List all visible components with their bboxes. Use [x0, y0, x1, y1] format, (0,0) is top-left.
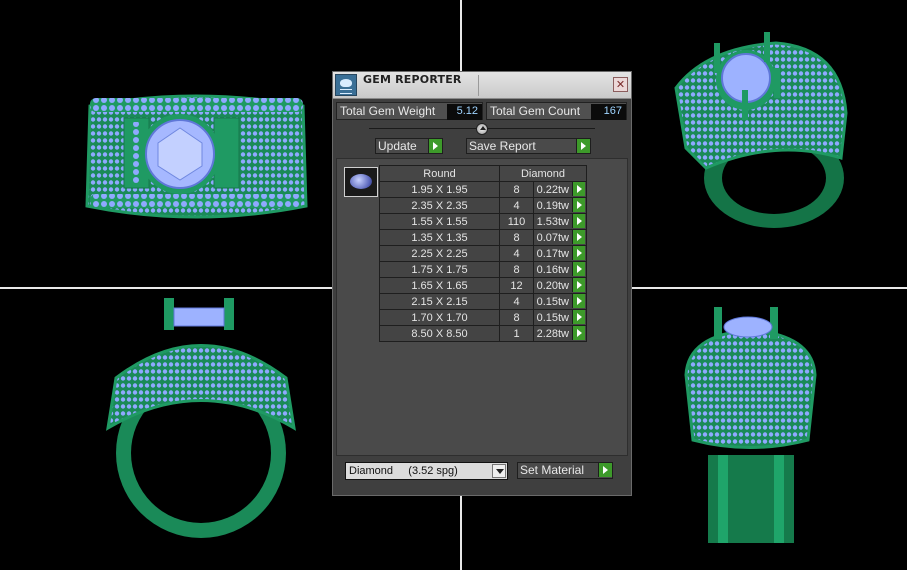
gem-count-cell: 1 — [499, 325, 534, 342]
gem-weight-cell: 0.22tw — [533, 181, 587, 198]
select-row-button[interactable] — [572, 230, 585, 244]
update-button-label: Update — [378, 139, 417, 153]
play-arrow-icon — [428, 139, 442, 153]
gem-weight-value: 0.15tw — [536, 311, 569, 324]
gem-count-cell: 4 — [499, 197, 534, 214]
gem-reporter-icon — [335, 74, 357, 96]
gem-weight-value: 0.15tw — [536, 295, 569, 308]
material-select[interactable]: Diamond (3.52 spg) — [345, 462, 508, 480]
ring-render-end — [684, 307, 817, 543]
gem-weight-cell: 0.16tw — [533, 261, 587, 278]
viewport-side-view[interactable] — [96, 298, 306, 538]
table-row: 1.65 X 1.65 12 0.20tw — [379, 277, 587, 294]
gem-weight-cell: 0.15tw — [533, 293, 587, 310]
gem-reporter-panel: GEM REPORTER ✕ Total Gem Weight 5.12 Tot… — [332, 71, 632, 496]
gem-size-cell: 1.95 X 1.95 — [379, 181, 500, 198]
total-gem-weight-value: 5.12 — [447, 104, 482, 120]
gem-weight-cell: 2.28tw — [533, 325, 587, 342]
select-row-button[interactable] — [572, 182, 585, 196]
gem-weight-value: 0.17tw — [536, 247, 569, 260]
gem-size-cell: 8.50 X 8.50 — [379, 325, 500, 342]
gem-weight-cell: 0.20tw — [533, 277, 587, 294]
select-row-button[interactable] — [572, 310, 585, 324]
gem-size-cell: 2.35 X 2.35 — [379, 197, 500, 214]
total-gem-weight-box: Total Gem Weight 5.12 — [336, 102, 483, 120]
material-select-value: Diamond (3.52 spg) — [349, 465, 458, 477]
table-row: 1.70 X 1.70 8 0.15tw — [379, 309, 587, 326]
gem-weight-cell: 0.17tw — [533, 245, 587, 262]
table-row: 2.35 X 2.35 4 0.19tw — [379, 197, 587, 214]
table-row: 2.25 X 2.25 4 0.17tw — [379, 245, 587, 262]
gem-weight-cell: 0.07tw — [533, 229, 587, 246]
gem-count-cell: 12 — [499, 277, 534, 294]
gem-size-cell: 1.35 X 1.35 — [379, 229, 500, 246]
gem-count-cell: 8 — [499, 309, 534, 326]
gem-weight-cell: 1.53tw — [533, 213, 587, 230]
close-icon[interactable]: ✕ — [613, 77, 628, 92]
viewport-perspective-view[interactable] — [666, 28, 851, 233]
select-row-button[interactable] — [572, 326, 585, 340]
title-divider — [478, 75, 479, 96]
select-row-button[interactable] — [572, 246, 585, 260]
play-arrow-icon — [576, 139, 590, 153]
slider-handle[interactable] — [476, 123, 488, 135]
total-gem-count-box: Total Gem Count 167 — [486, 102, 627, 120]
gem-weight-value: 0.07tw — [536, 231, 569, 244]
gem-size-cell: 1.55 X 1.55 — [379, 213, 500, 230]
gem-table: Round Diamond 1.95 X 1.95 8 0.22tw 2.35 X 2… — [379, 165, 587, 342]
table-row: 8.50 X 8.50 1 2.28tw — [379, 325, 587, 342]
set-material-button[interactable]: Set Material — [517, 462, 613, 479]
update-button[interactable]: Update — [375, 138, 443, 154]
gem-count-cell: 8 — [499, 261, 534, 278]
gem-count-cell: 8 — [499, 181, 534, 198]
viewport-end-view[interactable] — [678, 305, 823, 545]
gem-weight-value: 1.53tw — [536, 215, 569, 228]
ring-render-perspective — [674, 32, 848, 228]
gem-size-cell: 1.70 X 1.70 — [379, 309, 500, 326]
gem-count-cell: 4 — [499, 293, 534, 310]
gem-size-cell: 2.15 X 2.15 — [379, 293, 500, 310]
table-row: 1.35 X 1.35 8 0.07tw — [379, 229, 587, 246]
save-report-button-label: Save Report — [469, 139, 536, 153]
gem-weight-cell: 0.19tw — [533, 197, 587, 214]
select-row-button[interactable] — [572, 278, 585, 292]
gem-weight-value: 0.19tw — [536, 199, 569, 212]
window-title: GEM REPORTER — [363, 73, 462, 86]
save-report-button[interactable]: Save Report — [466, 138, 591, 154]
shape-header: Round — [379, 165, 500, 182]
play-arrow-icon — [598, 463, 612, 477]
gem-weight-value: 0.16tw — [536, 263, 569, 276]
table-row: 2.15 X 2.15 4 0.15tw — [379, 293, 587, 310]
gem-count-cell: 4 — [499, 245, 534, 262]
gem-list-area: Round Diamond 1.95 X 1.95 8 0.22tw 2.35 X 2… — [336, 158, 628, 456]
total-gem-weight-label: Total Gem Weight — [340, 104, 436, 118]
gem-size-cell: 1.75 X 1.75 — [379, 261, 500, 278]
total-gem-count-label: Total Gem Count — [490, 104, 581, 118]
material-header: Diamond — [499, 165, 587, 182]
table-row: 1.95 X 1.95 8 0.22tw — [379, 181, 587, 198]
chevron-down-icon[interactable] — [492, 464, 506, 478]
table-row: 1.55 X 1.55 110 1.53tw — [379, 213, 587, 230]
gem-weight-value: 0.20tw — [536, 279, 569, 292]
gem-weight-cell: 0.15tw — [533, 309, 587, 326]
viewport-front-view[interactable] — [84, 88, 309, 228]
total-gem-count-value: 167 — [591, 104, 626, 120]
table-row: 1.75 X 1.75 8 0.16tw — [379, 261, 587, 278]
round-gem-icon[interactable] — [344, 167, 378, 197]
select-row-button[interactable] — [572, 198, 585, 212]
set-material-button-label: Set Material — [520, 463, 585, 477]
select-row-button[interactable] — [572, 214, 585, 228]
gem-count-cell: 8 — [499, 229, 534, 246]
gem-size-cell: 2.25 X 2.25 — [379, 245, 500, 262]
select-row-button[interactable] — [572, 294, 585, 308]
gem-count-cell: 110 — [499, 213, 534, 230]
title-bar[interactable]: GEM REPORTER ✕ — [333, 72, 631, 99]
select-row-button[interactable] — [572, 262, 585, 276]
ring-render-side — [106, 298, 296, 538]
gem-weight-value: 2.28tw — [536, 327, 569, 340]
ring-render-front — [85, 94, 308, 219]
gem-size-cell: 1.65 X 1.65 — [379, 277, 500, 294]
gem-weight-value: 0.22tw — [536, 183, 569, 196]
